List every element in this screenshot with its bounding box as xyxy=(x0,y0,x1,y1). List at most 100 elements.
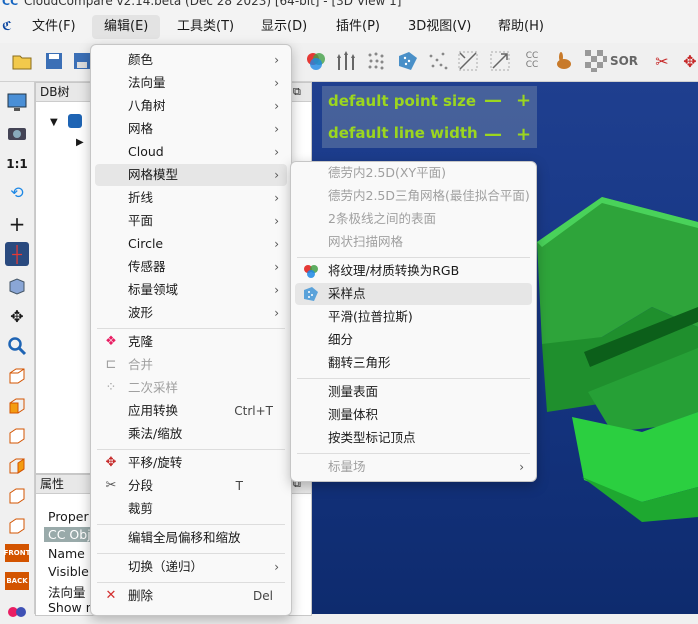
camera-icon[interactable] xyxy=(5,120,29,144)
cube-front-icon[interactable] xyxy=(5,394,29,418)
cube-right-icon[interactable] xyxy=(5,484,29,508)
cube-top-icon[interactable] xyxy=(5,364,29,388)
chevron-right-icon: › xyxy=(274,122,279,136)
menu-item-subsample[interactable]: ⁘ 二次采样 xyxy=(95,377,287,399)
menu-item-sensor[interactable]: 传感器 › xyxy=(95,256,287,278)
submenu-delaunay-xy[interactable]: 德劳内2.5D(XY平面) xyxy=(295,162,532,184)
menu-item-crop[interactable]: 裁剪 xyxy=(95,498,287,520)
scissors-icon[interactable]: ✂ xyxy=(650,49,674,73)
back-view-icon[interactable]: BACK xyxy=(5,572,29,590)
menu-3dview[interactable]: 3D视图(V) xyxy=(396,15,483,39)
submenu-mesh-scan-grids[interactable]: 网状扫描网格 xyxy=(295,231,532,253)
front-view-icon[interactable]: FRONT xyxy=(4,544,30,562)
menu-item-octree[interactable]: 八角树 › xyxy=(95,95,287,117)
menu-file[interactable]: 文件(F) xyxy=(20,15,88,39)
menu-separator xyxy=(97,582,285,583)
move-icon[interactable]: ✥ xyxy=(5,304,29,328)
submenu-scalar-field[interactable]: 标量场 › xyxy=(295,456,532,478)
expand-arrow-icon[interactable]: ▶ xyxy=(76,137,84,148)
submenu-sample-points[interactable]: 采样点 xyxy=(295,283,532,305)
open-icon[interactable] xyxy=(10,49,34,73)
menu-separator xyxy=(297,453,530,454)
menu-item-scalar-field[interactable]: 标量领域 › xyxy=(95,279,287,301)
menu-item-delete[interactable]: ✕ 删除 Del xyxy=(95,585,287,607)
submenu-surface-between-polylines[interactable]: 2条极线之间的表面 xyxy=(295,208,532,230)
menu-item-normals[interactable]: 法向量 › xyxy=(95,72,287,94)
clone-icon: ❖ xyxy=(105,334,117,349)
resize-icon[interactable] xyxy=(488,49,512,73)
menu-item-color[interactable]: 颜色 › xyxy=(95,49,287,71)
submenu-measure-volume[interactable]: 测量体积 xyxy=(295,404,532,426)
one-to-one-icon[interactable]: 1:1 xyxy=(5,152,29,176)
menu-item-polyline[interactable]: 折线 › xyxy=(95,187,287,209)
menu-help[interactable]: 帮助(H) xyxy=(486,15,556,39)
title-bar: CC CloudCompare v2.14.beta (Dec 28 2023)… xyxy=(0,0,698,10)
menu-item-apply-transform[interactable]: 应用转换 Ctrl+T xyxy=(95,400,287,422)
menu-item-translate-rotate[interactable]: ✥ 平移/旋转 xyxy=(95,452,287,474)
mesh-submenu: 德劳内2.5D(XY平面) 德劳内2.5D三角网格(最佳拟合平面) 2条极线之间… xyxy=(290,161,537,482)
menu-item-clone[interactable]: ❖ 克隆 xyxy=(95,331,287,353)
chevron-right-icon: › xyxy=(274,53,279,67)
sor-filter-icon[interactable]: SOR xyxy=(610,49,638,73)
menu-item-waveform[interactable]: 波形 › xyxy=(95,302,287,324)
menu-item-grid[interactable]: 网格 › xyxy=(95,118,287,140)
cube-bottom-icon[interactable] xyxy=(5,514,29,538)
checker-icon[interactable] xyxy=(584,49,608,73)
subsample-icon[interactable] xyxy=(426,49,450,73)
normals-icon[interactable] xyxy=(334,49,358,73)
menu-item-mesh[interactable]: 网格模型 › xyxy=(95,164,287,186)
submenu-flip-triangles[interactable]: 翻转三角形 xyxy=(295,352,532,374)
rotate-icon[interactable]: ⟲ xyxy=(5,180,29,204)
menu-edit[interactable]: 编辑(E) xyxy=(92,15,161,39)
menu-item-segment[interactable]: ✂ 分段 T xyxy=(95,475,287,497)
menu-separator xyxy=(297,257,530,258)
menu-item-global-shift[interactable]: 编辑全局偏移和缩放 xyxy=(95,527,287,549)
expand-arrow-icon[interactable]: ▼ xyxy=(50,117,58,128)
chevron-right-icon: › xyxy=(274,560,279,574)
zoom-icon[interactable] xyxy=(5,334,29,358)
window-title: CloudCompare v2.14.beta (Dec 28 2023) [6… xyxy=(24,0,402,8)
chevron-right-icon: › xyxy=(274,283,279,297)
cross-add-icon[interactable]: + xyxy=(5,212,29,236)
menu-display[interactable]: 显示(D) xyxy=(249,15,319,39)
chevron-right-icon: › xyxy=(274,99,279,113)
menu-item-merge[interactable]: ⊏ 合并 xyxy=(95,354,287,376)
menu-separator xyxy=(297,378,530,379)
save-icon[interactable] xyxy=(42,49,66,73)
menu-tools[interactable]: 工具类(T) xyxy=(165,15,246,39)
submenu-texture-to-rgb[interactable]: 将纹理/材质转换为RGB xyxy=(295,260,532,282)
cc-compare-icon[interactable]: CC CC xyxy=(520,49,544,73)
submenu-smooth-laplacian[interactable]: 平滑(拉普拉斯) xyxy=(295,306,532,328)
tree-checkbox[interactable] xyxy=(68,114,82,128)
menu-plugins[interactable]: 插件(P) xyxy=(324,15,392,39)
menu-item-cloud[interactable]: Cloud › xyxy=(95,141,287,163)
menu-item-plane[interactable]: 平面 › xyxy=(95,210,287,232)
submenu-subdivide[interactable]: 细分 xyxy=(295,329,532,351)
submenu-flag-vertices[interactable]: 按类型标记顶点 xyxy=(295,427,532,449)
bunny-icon[interactable] xyxy=(552,49,576,73)
noise-icon[interactable] xyxy=(364,49,388,73)
rgb-sphere-icon[interactable] xyxy=(304,49,328,73)
subsample-icon: ⁘ xyxy=(105,380,117,395)
cube-left-icon[interactable] xyxy=(5,424,29,448)
menu-item-circle[interactable]: Circle › xyxy=(95,233,287,255)
menu-item-toggle-recursive[interactable]: 切换（递归） › xyxy=(95,556,287,578)
color-palette-icon[interactable] xyxy=(5,600,29,624)
submenu-measure-surface[interactable]: 测量表面 xyxy=(295,381,532,403)
menu-item-multiply-scale[interactable]: 乘法/缩放 xyxy=(95,423,287,445)
chevron-right-icon: › xyxy=(274,76,279,90)
mesh-sample-icon[interactable] xyxy=(396,49,420,73)
pivot-icon[interactable]: ┼ xyxy=(5,242,29,266)
panel-float-icon[interactable]: ⧉ xyxy=(293,85,301,99)
prop-row: 法向量 xyxy=(48,585,86,600)
submenu-delaunay-bestfit[interactable]: 德劳内2.5D三角网格(最佳拟合平面) xyxy=(295,185,532,207)
left-toolbar: 1:1 ⟲ + ┼ ✥ FRONT BACK xyxy=(0,82,35,617)
merge-icon: ⊏ xyxy=(105,357,117,372)
translate-rotate-icon: ✥ xyxy=(105,455,117,470)
cross-icon[interactable] xyxy=(456,49,480,73)
translate-icon[interactable]: ✥ xyxy=(678,49,698,73)
monitor-icon[interactable] xyxy=(5,90,29,114)
cube-view-icon[interactable] xyxy=(5,274,29,298)
scissors-icon: ✂ xyxy=(105,478,117,493)
cube-back-icon[interactable] xyxy=(5,454,29,478)
